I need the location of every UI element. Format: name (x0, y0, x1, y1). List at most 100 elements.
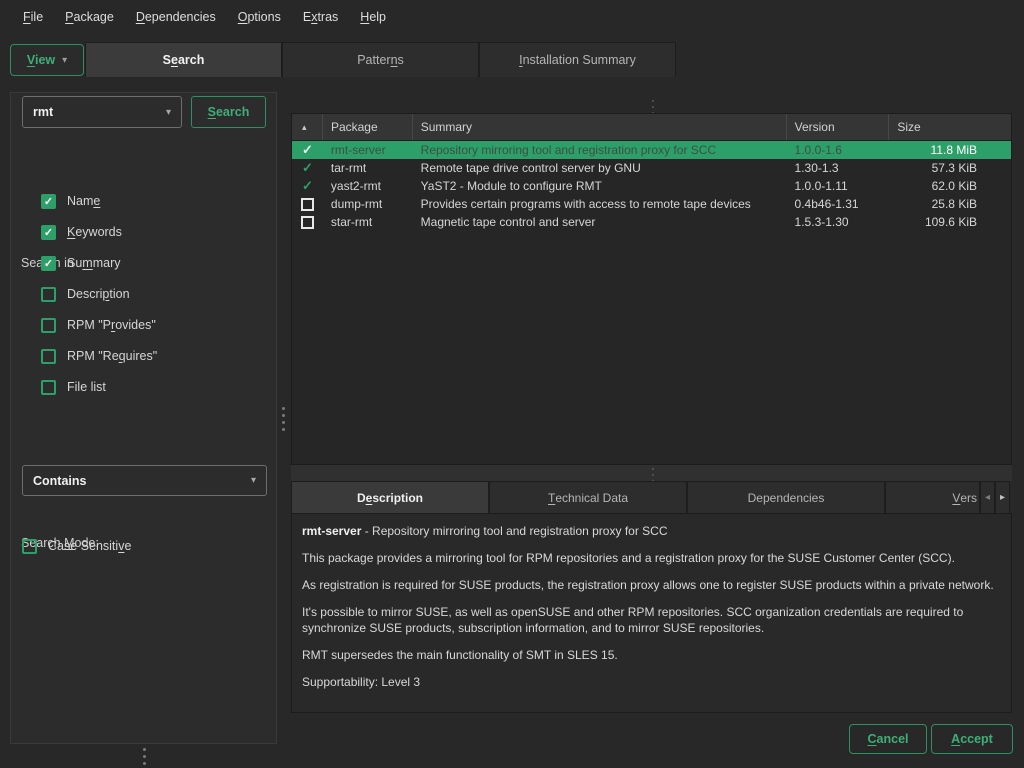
size-cell: 62.0 KiB (889, 179, 1011, 193)
status-install-icon[interactable]: ✓ (292, 142, 323, 158)
detail-tab-dependencies[interactable]: Dependencies (687, 481, 885, 513)
summary-cell: Repository mirroring tool and registrati… (413, 143, 787, 157)
menu-item-file[interactable]: File (14, 5, 52, 29)
case-sensitive-checkbox[interactable]: Case Sensitive (22, 538, 131, 554)
search-button[interactable]: Search (191, 96, 266, 128)
table-detail-splitter-handle[interactable] (651, 468, 655, 482)
status-keep-icon[interactable]: ✓ (292, 178, 323, 194)
menu-item-package[interactable]: Package (56, 5, 123, 29)
view-button[interactable]: View ▾ (10, 44, 84, 76)
sort-ascending-icon: ▴ (302, 122, 307, 133)
menu-item-options[interactable]: Options (229, 5, 290, 29)
package-column-header[interactable]: Package (323, 114, 413, 140)
summary-cell: Magnetic tape control and server (413, 215, 787, 229)
search-query-value: rmt (33, 105, 53, 119)
summary-column-header[interactable]: Summary (413, 114, 787, 140)
size-column-header[interactable]: Size (889, 114, 1011, 140)
case-sensitive-label: Case Sensitive (48, 539, 131, 553)
search-query-combobox[interactable]: rmt ▾ (22, 96, 182, 128)
checkbox-rpm-provides[interactable]: RPM "Provides" (41, 317, 156, 333)
tab-scroll-right-icon[interactable]: ▸ (995, 481, 1010, 513)
table-row-tar-rmt[interactable]: ✓tar-rmtRemote tape drive control server… (292, 159, 1011, 177)
checkbox-icon: ✓ (41, 194, 56, 209)
detail-tab-description[interactable]: Description (291, 481, 489, 513)
checkbox-label: RPM "Provides" (67, 318, 156, 332)
checkbox-label: Description (67, 287, 130, 301)
checkbox-label: Summary (67, 256, 121, 270)
checkbox-icon: ✓ (41, 256, 56, 271)
size-cell: 11.8 MiB (889, 143, 1011, 157)
accept-button[interactable]: Accept (931, 724, 1013, 754)
checkbox-icon: ✓ (41, 225, 56, 240)
detail-tab-vers[interactable]: Vers (885, 481, 980, 513)
checkbox-file-list[interactable]: File list (41, 379, 106, 395)
tab-patterns[interactable]: Patterns (282, 42, 479, 77)
description-title: rmt-server - Repository mirroring tool a… (302, 523, 1001, 539)
status-none-icon[interactable] (292, 216, 323, 229)
status-column-header[interactable]: ▴ (292, 114, 323, 140)
chevron-down-icon: ▾ (62, 55, 67, 66)
chevron-down-icon: ▾ (251, 475, 256, 486)
size-cell: 57.3 KiB (889, 161, 1011, 175)
description-paragraph: This package provides a mirroring tool f… (302, 550, 1001, 566)
version-cell: 1.30-1.3 (787, 161, 890, 175)
table-row-yast2-rmt[interactable]: ✓yast2-rmtYaST2 - Module to configure RM… (292, 177, 1011, 195)
tab-installation-summary[interactable]: Installation Summary (479, 42, 676, 77)
checkbox-name[interactable]: ✓ Name (41, 193, 100, 209)
menu-item-dependencies[interactable]: Dependencies (127, 5, 225, 29)
package-name-cell: star-rmt (323, 215, 413, 229)
package-name-cell: tar-rmt (323, 161, 413, 175)
summary-cell: YaST2 - Module to configure RMT (413, 179, 787, 193)
menu-bar: FilePackageDependenciesOptionsExtrasHelp (0, 0, 1024, 34)
detail-tab-technical-data[interactable]: Technical Data (489, 481, 687, 513)
summary-cell: Provides certain programs with access to… (413, 197, 787, 211)
table-row-rmt-server[interactable]: ✓ rmt-serverRepository mirroring tool and… (292, 141, 1011, 159)
bottom-left-splitter-handle[interactable] (142, 748, 146, 765)
detail-tab-bar: DescriptionTechnical DataDependenciesVer… (291, 481, 1012, 513)
chevron-down-icon: ▾ (166, 107, 171, 118)
checkbox-summary[interactable]: ✓ Summary (41, 255, 121, 271)
description-paragraph: It's possible to mirror SUSE, as well as… (302, 604, 1001, 636)
empty-checkbox-icon (301, 216, 314, 229)
tab-scroll-left-icon[interactable]: ◂ (980, 481, 995, 513)
package-table-header: ▴ Package Summary Version Size (292, 114, 1011, 141)
package-name-cell: rmt-server (323, 143, 413, 157)
status-keep-icon[interactable]: ✓ (292, 160, 323, 176)
status-none-icon[interactable] (292, 198, 323, 211)
package-name-cell: dump-rmt (323, 197, 413, 211)
checkbox-label: Keywords (67, 225, 122, 239)
checkbox-keywords[interactable]: ✓ Keywords (41, 224, 122, 240)
checkbox-icon (41, 380, 56, 395)
table-row-dump-rmt[interactable]: dump-rmtProvides certain programs with a… (292, 195, 1011, 213)
search-mode-value: Contains (33, 474, 86, 488)
version-column-header[interactable]: Version (787, 114, 890, 140)
panel-splitter-handle[interactable] (281, 407, 285, 431)
menu-item-extras[interactable]: Extras (294, 5, 347, 29)
version-cell: 1.5.3-1.30 (787, 215, 890, 229)
description-paragraph: Supportability: Level 3 (302, 674, 1001, 690)
checkbox-label: Name (67, 194, 100, 208)
search-panel: rmt ▾ Search Search in ✓Name✓Keywords✓Su… (10, 92, 277, 744)
tab-search[interactable]: Search (85, 42, 282, 77)
checkbox-icon (22, 539, 37, 554)
install-check-icon: ✓ (302, 142, 313, 158)
checkbox-description[interactable]: Description (41, 286, 130, 302)
top-splitter-handle[interactable] (651, 100, 655, 114)
description-body: This package provides a mirroring tool f… (302, 550, 1001, 690)
checkbox-icon (41, 349, 56, 364)
description-paragraph: As registration is required for SUSE pro… (302, 577, 1001, 593)
menu-item-help[interactable]: Help (351, 5, 395, 29)
keep-installed-icon: ✓ (302, 160, 313, 176)
size-cell: 25.8 KiB (889, 197, 1011, 211)
version-cell: 0.4b46-1.31 (787, 197, 890, 211)
description-paragraph: RMT supersedes the main functionality of… (302, 647, 1001, 663)
view-button-label: View (27, 53, 55, 67)
package-table: ▴ Package Summary Version Size ✓ rmt-serv… (291, 113, 1012, 465)
checkbox-label: File list (67, 380, 106, 394)
empty-checkbox-icon (301, 198, 314, 211)
table-row-star-rmt[interactable]: star-rmtMagnetic tape control and server… (292, 213, 1011, 231)
search-mode-combobox[interactable]: Contains ▾ (22, 465, 267, 496)
cancel-button[interactable]: Cancel (849, 724, 927, 754)
checkbox-rpm-requires[interactable]: RPM "Requires" (41, 348, 157, 364)
keep-installed-icon: ✓ (302, 178, 313, 194)
